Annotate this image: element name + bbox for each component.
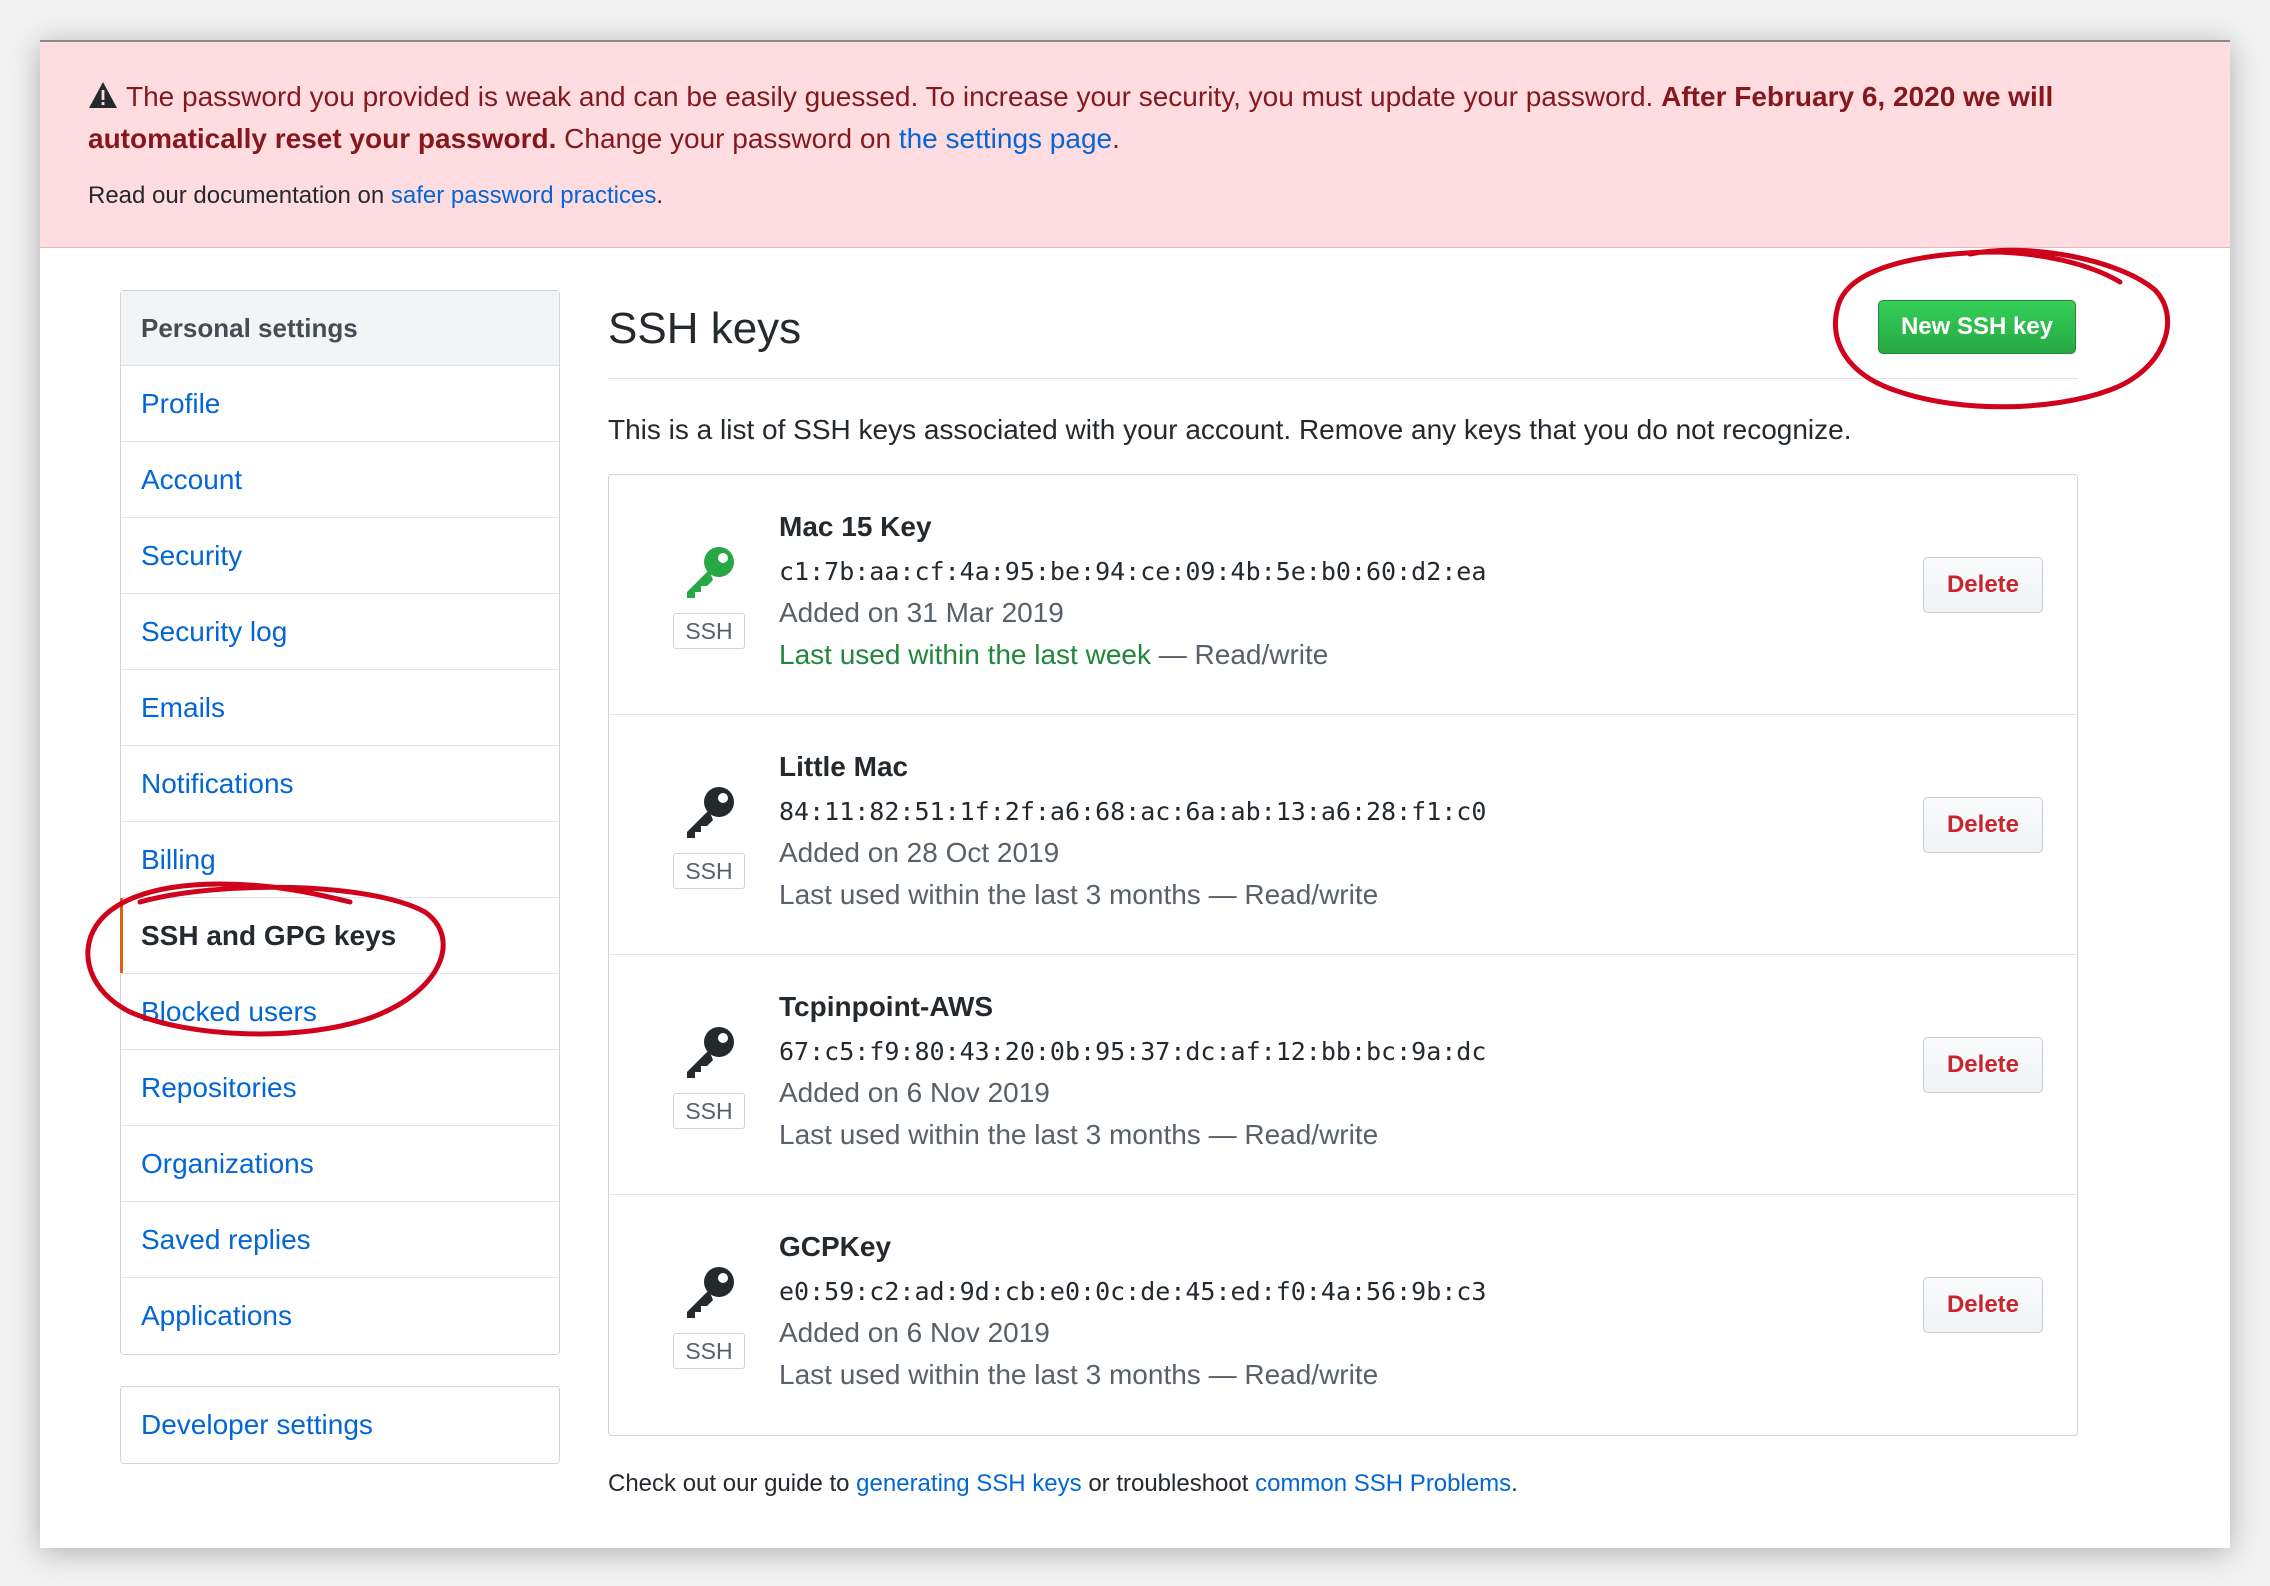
key-last-used-text: Last used within the last 3 months xyxy=(779,1119,1201,1150)
common-ssh-problems-link[interactable]: common SSH Problems xyxy=(1255,1470,1511,1497)
list-item: SSH Mac 15 Key c1:7b:aa:cf:4a:95:be:94:c… xyxy=(609,475,2077,715)
key-icon xyxy=(681,1023,739,1081)
key-fingerprint: e0:59:c2:ad:9d:cb:e0:0c:de:45:ed:f0:4a:5… xyxy=(779,1277,1487,1306)
sidebar-item-organizations[interactable]: Organizations xyxy=(121,1126,559,1202)
page-title: SSH keys xyxy=(608,304,802,353)
ssh-badge: SSH xyxy=(673,1093,745,1129)
key-last-used-text: Last used within the last 3 months xyxy=(779,1359,1201,1390)
key-added-date: Added on 6 Nov 2019 xyxy=(779,1077,1050,1108)
key-last-used-text: Last used within the last 3 months xyxy=(779,879,1201,910)
settings-sidebar: Personal settings Profile Account Securi… xyxy=(120,290,560,1355)
key-last-used: Last used within the last 3 months — Rea… xyxy=(779,1359,1378,1391)
delete-key-button[interactable]: Delete xyxy=(1923,1037,2043,1093)
title-divider xyxy=(608,378,2078,379)
key-last-used: Last used within the last week — Read/wr… xyxy=(779,639,1328,671)
sidebar-item-developer-settings[interactable]: Developer settings xyxy=(120,1386,560,1464)
key-last-used-text: Last used within the last week xyxy=(779,639,1151,670)
sidebar-item-applications[interactable]: Applications xyxy=(121,1278,559,1354)
key-name: GCPKey xyxy=(779,1231,892,1262)
page-description: This is a list of SSH keys associated wi… xyxy=(608,414,1852,445)
sidebar-item-ssh-gpg-keys[interactable]: SSH and GPG keys xyxy=(120,898,559,974)
delete-key-button[interactable]: Delete xyxy=(1923,1277,2043,1333)
key-icon xyxy=(681,543,739,601)
list-item: SSH Little Mac 84:11:82:51:1f:2f:a6:68:a… xyxy=(609,715,2077,955)
ssh-badge: SSH xyxy=(673,613,745,649)
alert-change-text: Change your password on xyxy=(564,123,892,154)
key-last-used: Last used within the last 3 months — Rea… xyxy=(779,879,1378,911)
ssh-badge: SSH xyxy=(673,1333,745,1369)
footer-prefix: Check out our guide to xyxy=(608,1470,850,1497)
generating-ssh-keys-link[interactable]: generating SSH keys xyxy=(856,1470,1081,1497)
safer-password-link[interactable]: safer password practices xyxy=(391,182,656,209)
key-name: Tcpinpoint-AWS xyxy=(779,991,994,1022)
sidebar-item-security[interactable]: Security xyxy=(121,518,559,594)
key-icon xyxy=(681,1263,739,1321)
key-fingerprint: c1:7b:aa:cf:4a:95:be:94:ce:09:4b:5e:b0:6… xyxy=(779,557,1487,586)
sidebar-item-account[interactable]: Account xyxy=(121,442,559,518)
sidebar-item-security-log[interactable]: Security log xyxy=(121,594,559,670)
sidebar-heading: Personal settings xyxy=(121,291,559,366)
delete-key-button[interactable]: Delete xyxy=(1923,557,2043,613)
sidebar-item-profile[interactable]: Profile xyxy=(121,366,559,442)
key-access: — Read/write xyxy=(1208,1119,1379,1150)
key-fingerprint: 67:c5:f9:80:43:20:0b:95:37:dc:af:12:bb:b… xyxy=(779,1037,1487,1066)
key-fingerprint: 84:11:82:51:1f:2f:a6:68:ac:6a:ab:13:a6:2… xyxy=(779,797,1487,826)
alert-text: The password you provided is weak and ca… xyxy=(126,81,1654,112)
sidebar-item-blocked-users[interactable]: Blocked users xyxy=(121,974,559,1050)
key-name: Mac 15 Key xyxy=(779,511,932,542)
key-access: — Read/write xyxy=(1208,1359,1379,1390)
footer-suffix: . xyxy=(1511,1470,1518,1497)
alert-message: The password you provided is weak and ca… xyxy=(88,79,2054,154)
key-last-used: Last used within the last 3 months — Rea… xyxy=(779,1119,1378,1151)
sidebar-item-repositories[interactable]: Repositories xyxy=(121,1050,559,1126)
footer-middle: or troubleshoot xyxy=(1088,1470,1249,1497)
browser-window: The password you provided is weak and ca… xyxy=(40,40,2230,1548)
new-ssh-key-button[interactable]: New SSH key xyxy=(1878,300,2076,354)
ssh-keys-list: SSH Mac 15 Key c1:7b:aa:cf:4a:95:be:94:c… xyxy=(608,474,2078,1436)
delete-key-button[interactable]: Delete xyxy=(1923,797,2043,853)
sidebar-item-billing[interactable]: Billing xyxy=(121,822,559,898)
help-footer: Check out our guide to generating SSH ke… xyxy=(608,1470,1518,1498)
alert-doc-line: Read our documentation on safer password… xyxy=(88,182,663,209)
weak-password-alert: The password you provided is weak and ca… xyxy=(40,42,2230,248)
key-access: — Read/write xyxy=(1158,639,1329,670)
key-access: — Read/write xyxy=(1208,879,1379,910)
ssh-badge: SSH xyxy=(673,853,745,889)
alert-icon xyxy=(88,79,118,108)
sidebar-item-emails[interactable]: Emails xyxy=(121,670,559,746)
sidebar-item-notifications[interactable]: Notifications xyxy=(121,746,559,822)
doc-text: Read our documentation on xyxy=(88,182,385,209)
list-item: SSH GCPKey e0:59:c2:ad:9d:cb:e0:0c:de:45… xyxy=(609,1195,2077,1435)
list-item: SSH Tcpinpoint-AWS 67:c5:f9:80:43:20:0b:… xyxy=(609,955,2077,1195)
key-added-date: Added on 31 Mar 2019 xyxy=(779,597,1064,628)
settings-page-link[interactable]: the settings page xyxy=(899,123,1112,154)
key-added-date: Added on 28 Oct 2019 xyxy=(779,837,1060,868)
key-added-date: Added on 6 Nov 2019 xyxy=(779,1317,1050,1348)
key-name: Little Mac xyxy=(779,751,909,782)
key-icon xyxy=(681,783,739,841)
sidebar-item-saved-replies[interactable]: Saved replies xyxy=(121,1202,559,1278)
